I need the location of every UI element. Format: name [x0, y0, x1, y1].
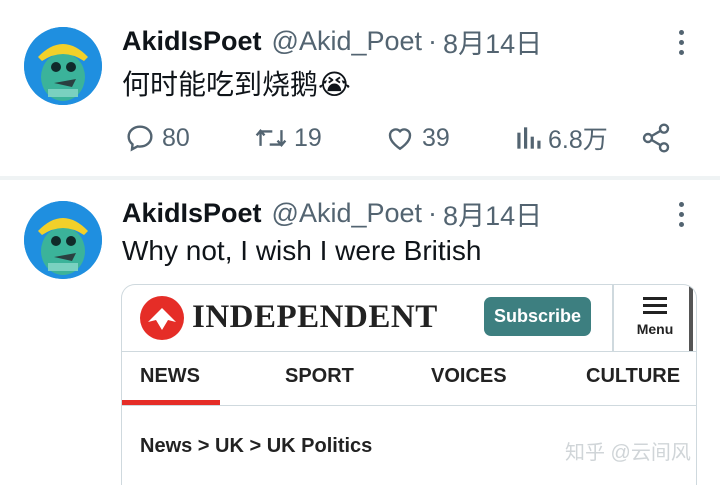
author-name[interactable]: AkidIsPoet [122, 198, 262, 229]
watermark: 知乎 @云间风 [565, 442, 691, 464]
active-tab-indicator [122, 400, 220, 405]
retweet-button[interactable]: 19 [254, 118, 322, 158]
tweet[interactable]: AkidIsPoet @Akid_Poet · 8月14日 何时能吃到烧鹅😭 8… [0, 0, 720, 176]
subscribe-button[interactable]: Subscribe [484, 297, 591, 336]
separator: · [428, 197, 438, 228]
tweet-text: 何时能吃到烧鹅😭 [122, 69, 351, 100]
tweet-header: AkidIsPoet @Akid_Poet · 8月14日 [122, 23, 542, 59]
tweet-header: AkidIsPoet @Akid_Poet · 8月14日 [122, 195, 542, 231]
nav-news[interactable]: NEWS [140, 365, 200, 388]
heart-icon [388, 128, 412, 151]
reply-count: 80 [162, 123, 190, 152]
like-count: 39 [422, 123, 450, 152]
share-button[interactable] [640, 118, 672, 158]
independent-masthead: INDEPENDENT [192, 299, 438, 335]
tweet-date[interactable]: 8月14日 [443, 22, 542, 61]
nav-voices[interactable]: VOICES [431, 365, 507, 388]
more-options-icon[interactable] [666, 25, 696, 59]
views-count: 6.8万 [548, 126, 608, 154]
nav-sport[interactable]: SPORT [285, 365, 354, 388]
section-nav: NEWS SPORT VOICES CULTURE [122, 351, 696, 406]
tweet-actions: 80 19 39 6.8万 [0, 118, 720, 158]
retweet-icon [255, 128, 287, 148]
independent-header: INDEPENDENT Subscribe Menu [122, 285, 696, 352]
menu-divider [612, 285, 614, 351]
avatar[interactable] [24, 27, 102, 105]
nav-culture[interactable]: CULTURE [586, 365, 680, 388]
views-button[interactable]: 6.8万 [514, 118, 608, 158]
menu-button[interactable]: Menu [624, 293, 686, 345]
author-handle[interactable]: @Akid_Poet [272, 26, 423, 57]
menu-label: Menu [636, 321, 674, 337]
avatar[interactable] [24, 201, 102, 279]
like-button[interactable]: 39 [384, 118, 450, 158]
share-icon [642, 123, 670, 153]
tweet[interactable]: AkidIsPoet @Akid_Poet · 8月14日 Why not, I… [0, 180, 720, 485]
separator: · [428, 25, 438, 56]
reply-button[interactable]: 80 [124, 118, 190, 158]
independent-eagle-logo [140, 296, 184, 340]
author-handle[interactable]: @Akid_Poet [272, 198, 423, 229]
retweet-count: 19 [294, 123, 322, 152]
breadcrumb[interactable]: News > UK > UK Politics [140, 435, 372, 458]
reply-icon [127, 125, 153, 152]
scrollbar[interactable] [689, 285, 693, 351]
views-icon [517, 127, 541, 149]
tweet-date[interactable]: 8月14日 [443, 194, 542, 233]
tweet-text: Why not, I wish I were British [122, 235, 482, 266]
hamburger-icon [643, 297, 667, 318]
author-name[interactable]: AkidIsPoet [122, 26, 262, 57]
more-options-icon[interactable] [666, 197, 696, 231]
